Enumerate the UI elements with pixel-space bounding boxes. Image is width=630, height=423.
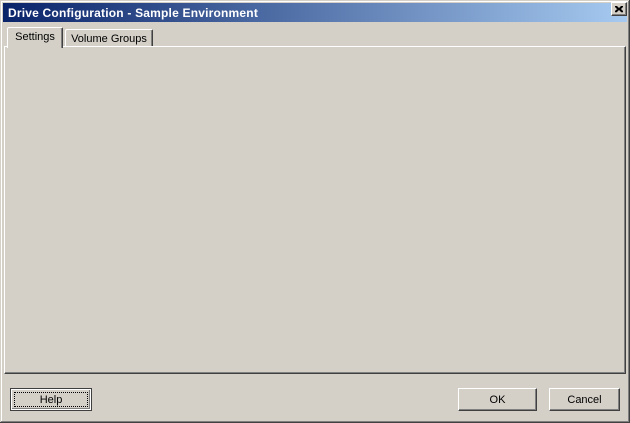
tab-settings[interactable]: Settings xyxy=(7,27,63,48)
drive-configuration-dialog: Drive Configuration - Sample Environment… xyxy=(0,0,630,423)
settings-panel xyxy=(4,46,626,374)
help-button[interactable]: Help xyxy=(10,388,92,411)
close-icon xyxy=(615,6,623,13)
cancel-button[interactable]: Cancel xyxy=(549,388,620,411)
ok-button[interactable]: OK xyxy=(458,388,537,411)
close-button[interactable] xyxy=(611,2,627,16)
titlebar[interactable]: Drive Configuration - Sample Environment xyxy=(3,3,627,22)
window-title: Drive Configuration - Sample Environment xyxy=(8,6,258,20)
tab-volume-groups[interactable]: Volume Groups xyxy=(65,29,153,47)
